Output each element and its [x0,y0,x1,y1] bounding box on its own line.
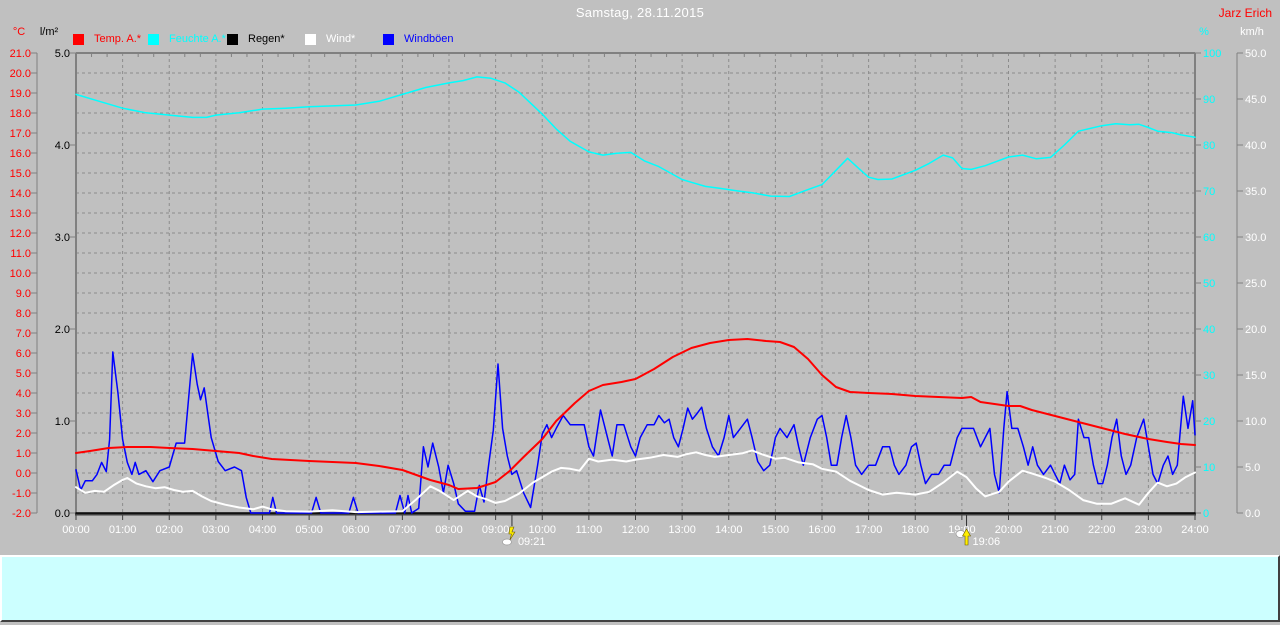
weather-report-window: Samstag, 28.11.2015 Jarz Erich °C l/m² %… [0,0,1280,625]
x-axis-label: 24:00 [1181,524,1209,536]
y-axis-rain: 5.0 4.0 3.0 2.0 1.0 0.0 [55,48,76,520]
y-axis-label-humidity: 40 [1203,324,1215,336]
summary-table [0,555,1280,622]
time-marker-label: 09:21 [518,536,546,548]
y-axis-label-temp: 15.0 [10,168,31,180]
y-axis-label-wind: 45.0 [1245,94,1266,106]
y-axis-label-temp: 5.0 [16,368,31,380]
x-axis-label: 04:00 [249,524,277,536]
y-axis-label-temp: 16.0 [10,148,31,160]
y-axis-label-temp: 10.0 [10,268,31,280]
y-axis-label-humidity: 0 [1203,508,1209,520]
y-axis-label-rain: 5.0 [55,48,70,60]
time-marker-1906: 19:06 [956,515,1000,548]
y-axis-humidity: 1009080706050403020100 [1195,48,1221,520]
x-axis-label: 21:00 [1041,524,1069,536]
y-axis-label-rain: 0.0 [55,508,70,520]
y-axis-label-wind: 25.0 [1245,278,1266,290]
x-axis-label: 00:00 [62,524,90,536]
y-axis-label-rain: 1.0 [55,416,70,428]
x-axis-label: 20:00 [995,524,1023,536]
x-axis-label: 02:00 [155,524,183,536]
y-axis-label-humidity: 90 [1203,94,1215,106]
x-axis-label: 22:00 [1088,524,1116,536]
y-axis-label-temp: 3.0 [16,408,31,420]
y-axis-label-temp: 9.0 [16,288,31,300]
y-axis-label-temp: 0.0 [16,468,31,480]
y-axis-temp: 21.0 20.0 19.0 18.0 17.0 16.0 15.0 14.0 13.0 12.0… [10,48,37,520]
y-axis-label-temp: -1.0 [12,488,31,500]
y-axis-label-temp: 20.0 [10,68,31,80]
gridlines [76,53,1195,513]
x-axis-label: 18:00 [901,524,929,536]
y-axis-label-wind: 10.0 [1245,416,1266,428]
y-axis-label-humidity: 100 [1203,48,1221,60]
y-axis-label-temp: 1.0 [16,448,31,460]
y-axis-label-temp: -2.0 [12,508,31,520]
series-humidity-line [76,77,1195,197]
x-axis-label: 06:00 [342,524,370,536]
x-axis-label: 07:00 [389,524,417,536]
x-axis-label: 15:00 [762,524,790,536]
y-axis-label-wind: 20.0 [1245,324,1266,336]
x-axis-label: 05:00 [295,524,323,536]
y-axis-label-wind: 15.0 [1245,370,1266,382]
x-axis-label: 01:00 [109,524,137,536]
y-axis-label-humidity: 80 [1203,140,1215,152]
y-axis-wind: 50.0 45.0 40.0 35.0 30.0 25.0 20.0 15.0 10.0 5.0 0… [1237,48,1266,520]
y-axis-label-temp: 21.0 [10,48,31,60]
x-axis-label: 12:00 [622,524,650,536]
y-axis-label-temp: 17.0 [10,128,31,140]
y-axis-label-temp: 6.0 [16,348,31,360]
y-axis-label-temp: 18.0 [10,108,31,120]
x-axis-label: 10:00 [528,524,556,536]
y-axis-label-humidity: 50 [1203,278,1215,290]
y-axis-label-wind: 50.0 [1245,48,1266,60]
x-axis-label: 16:00 [808,524,836,536]
y-axis-label-rain: 2.0 [55,324,70,336]
x-axis-label: 14:00 [715,524,743,536]
y-axis-label-rain: 4.0 [55,140,70,152]
lightning-down-icon [509,527,515,540]
y-axis-label-wind: 35.0 [1245,186,1266,198]
y-axis-label-wind: 5.0 [1245,462,1260,474]
y-axis-label-humidity: 30 [1203,370,1215,382]
x-axis-label: 08:00 [435,524,463,536]
y-axis-label-temp: 2.0 [16,428,31,440]
x-axis-label: 23:00 [1135,524,1163,536]
y-axis-label-temp: 7.0 [16,328,31,340]
y-axis-label-humidity: 70 [1203,186,1215,198]
time-marker-label: 19:06 [973,536,1001,548]
y-axis-label-humidity: 10 [1203,462,1215,474]
y-axis-label-temp: 13.0 [10,208,31,220]
x-axis-label: 17:00 [855,524,883,536]
y-axis-label-temp: 12.0 [10,228,31,240]
x-axis-label: 09:00 [482,524,510,536]
y-axis-label-humidity: 20 [1203,416,1215,428]
y-axis-label-wind: 30.0 [1245,232,1266,244]
x-axis: 00:00 01:00 02:00 03:00 04:00 05:00 06:00 07:00… [62,515,1209,536]
y-axis-label-wind: 0.0 [1245,508,1260,520]
x-axis-label: 11:00 [576,524,603,536]
y-axis-label-temp: 14.0 [10,188,31,200]
y-axis-label-temp: 8.0 [16,308,31,320]
x-axis-label: 13:00 [668,524,696,536]
y-axis-label-temp: 19.0 [10,88,31,100]
y-axis-label-temp: 11.0 [10,248,31,260]
y-axis-label-wind: 40.0 [1245,140,1266,152]
y-axis-label-rain: 3.0 [55,232,70,244]
y-axis-label-temp: 4.0 [16,388,31,400]
chart-canvas: 00:00 01:00 02:00 03:00 04:00 05:00 06:00 07:00… [0,0,1280,555]
y-axis-label-humidity: 60 [1203,232,1215,244]
x-axis-label: 03:00 [202,524,230,536]
